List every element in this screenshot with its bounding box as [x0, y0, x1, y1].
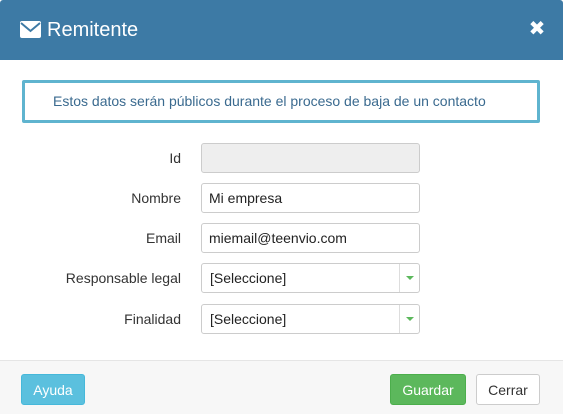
chevron-down-icon[interactable]: [399, 305, 419, 333]
email-field[interactable]: [201, 223, 420, 253]
sender-dialog: Remitente ✖ Estos datos serán públicos d…: [0, 0, 563, 414]
dialog-footer: Ayuda Guardar Cerrar: [0, 360, 563, 414]
finalidad-select[interactable]: [Seleccione]: [201, 304, 420, 334]
responsable-selected-value: [Seleccione]: [210, 270, 287, 286]
id-field[interactable]: [201, 143, 420, 173]
chevron-down-icon[interactable]: [399, 264, 419, 292]
form-row-id: Id: [0, 143, 563, 173]
help-button[interactable]: Ayuda: [21, 374, 85, 405]
form-row-finalidad: Finalidad [Seleccione]: [0, 304, 563, 334]
id-label: Id: [169, 150, 181, 166]
finalidad-selected-value: [Seleccione]: [210, 311, 287, 327]
dialog-title: Remitente: [47, 19, 139, 41]
responsable-select[interactable]: [Seleccione]: [201, 263, 420, 293]
nombre-label: Nombre: [131, 190, 181, 206]
close-icon[interactable]: ✖: [525, 17, 549, 41]
form-row-responsable: Responsable legal [Seleccione]: [0, 263, 563, 293]
dialog-header: Remitente ✖: [0, 0, 563, 60]
cancel-button[interactable]: Cerrar: [476, 374, 540, 405]
info-alert: Estos datos serán públicos durante el pr…: [22, 80, 540, 123]
finalidad-label: Finalidad: [124, 311, 181, 327]
email-label: Email: [145, 230, 181, 246]
form-row-nombre: Nombre: [0, 183, 563, 213]
info-message: Estos datos serán públicos durante el pr…: [53, 93, 486, 109]
envelope-icon: [20, 21, 41, 38]
form-row-email: Email: [0, 223, 563, 253]
responsable-label: Responsable legal: [65, 270, 181, 286]
save-button[interactable]: Guardar: [390, 374, 466, 405]
nombre-field[interactable]: [201, 183, 420, 213]
